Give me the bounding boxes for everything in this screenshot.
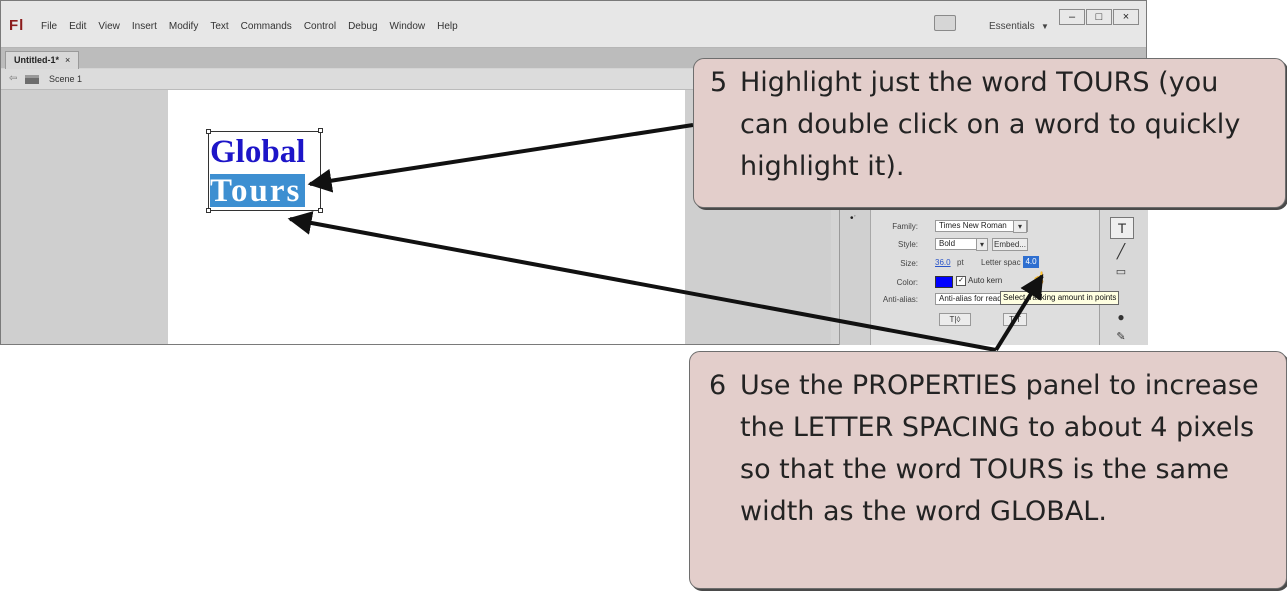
menu-view[interactable]: View	[98, 21, 128, 32]
text-tours-selected[interactable]: Tours	[210, 174, 306, 208]
menu-modify[interactable]: Modify	[169, 21, 206, 32]
color-swatch[interactable]	[935, 276, 953, 288]
tools-panel: T ╱ ▭ ● ✎	[1099, 209, 1148, 345]
step-number: 6	[709, 370, 727, 401]
text-box-handle[interactable]	[318, 208, 323, 213]
menu-debug[interactable]: Debug	[348, 21, 385, 32]
anti-alias-label: Anti-alias:	[882, 295, 918, 304]
callout-step-6: 6 Use the PROPERTIES panel to increase t…	[689, 351, 1287, 589]
letter-spacing-label: Letter spacing:	[981, 258, 1021, 267]
back-arrow-icon[interactable]: ⇦	[9, 73, 17, 84]
workspace-label[interactable]: Essentials	[989, 21, 1035, 32]
auto-kern-checkbox[interactable]: ✓	[956, 276, 966, 286]
close-button[interactable]: ×	[1113, 9, 1139, 25]
pencil-tool-icon[interactable]: ✎	[1110, 327, 1132, 347]
font-size-value[interactable]: 36.0	[935, 258, 951, 267]
text-format-buttons[interactable]: T|◊	[939, 313, 971, 326]
oval-tool-icon[interactable]: ●	[1110, 307, 1132, 327]
step-number: 5	[710, 67, 728, 98]
menu-help[interactable]: Help	[437, 21, 466, 32]
letter-spacing-field[interactable]: 4.0	[1023, 256, 1039, 268]
color-label: Color:	[896, 278, 918, 287]
tab-label: Untitled-1*	[14, 55, 59, 65]
tab-document[interactable]: Untitled-1* ×	[5, 51, 80, 69]
text-tool-icon[interactable]: T	[1110, 217, 1134, 239]
superscript-subscript-buttons[interactable]: T T	[1003, 313, 1027, 326]
app-logo: Fl	[9, 17, 25, 34]
stage[interactable]	[168, 90, 685, 344]
font-style-value: Bold	[939, 239, 956, 248]
menu-commands[interactable]: Commands	[241, 21, 300, 32]
step-instruction: Highlight just the word TOURS (you can d…	[740, 67, 1241, 182]
workspace-switcher-icon[interactable]	[934, 15, 956, 31]
panel-strip: •ˑ	[840, 209, 871, 345]
menu-control[interactable]: Control	[304, 21, 344, 32]
panel-grip-icon: •ˑ	[850, 213, 857, 224]
menu-insert[interactable]: Insert	[132, 21, 165, 32]
menu-edit[interactable]: Edit	[69, 21, 94, 32]
line-tool-icon[interactable]: ╱	[1110, 241, 1132, 261]
font-family-value: Times New Roman	[939, 221, 1007, 230]
text-box-resize-handle[interactable]	[318, 128, 323, 133]
menu-window[interactable]: Window	[390, 21, 434, 32]
size-label: Size:	[900, 259, 918, 268]
auto-kern-label: Auto kern	[968, 276, 1003, 285]
main-menu: File Edit View Insert Modify Text Comman…	[41, 21, 470, 32]
scene-label[interactable]: Scene 1	[49, 74, 82, 84]
rectangle-tool-icon[interactable]: ▭	[1110, 262, 1132, 282]
maximize-button[interactable]: □	[1086, 9, 1112, 25]
menu-text[interactable]: Text	[210, 21, 236, 32]
menu-file[interactable]: File	[41, 21, 65, 32]
callout-step-5: 5 Highlight just the word TOURS (you can…	[693, 58, 1286, 208]
chevron-down-icon[interactable]: ▼	[1041, 22, 1049, 31]
embed-button[interactable]: Embed...	[992, 238, 1028, 251]
chevron-down-icon[interactable]: ▾	[976, 238, 988, 251]
chevron-down-icon[interactable]: ▾	[1013, 220, 1027, 233]
minimize-button[interactable]: –	[1059, 9, 1085, 25]
hand-cursor-icon: ☝	[1031, 271, 1048, 286]
style-label: Style:	[897, 240, 918, 249]
text-global[interactable]: Global	[210, 133, 305, 171]
menu-bar: Fl File Edit View Insert Modify Text Com…	[1, 1, 1146, 48]
tooltip: Select tracking amount in points	[1000, 291, 1120, 305]
scene-clapper-icon	[25, 75, 39, 84]
family-label: Family:	[892, 222, 918, 231]
font-size-unit: pt	[957, 258, 964, 267]
close-icon[interactable]: ×	[65, 55, 70, 65]
step-instruction: Use the PROPERTIES panel to increase the…	[740, 370, 1259, 527]
